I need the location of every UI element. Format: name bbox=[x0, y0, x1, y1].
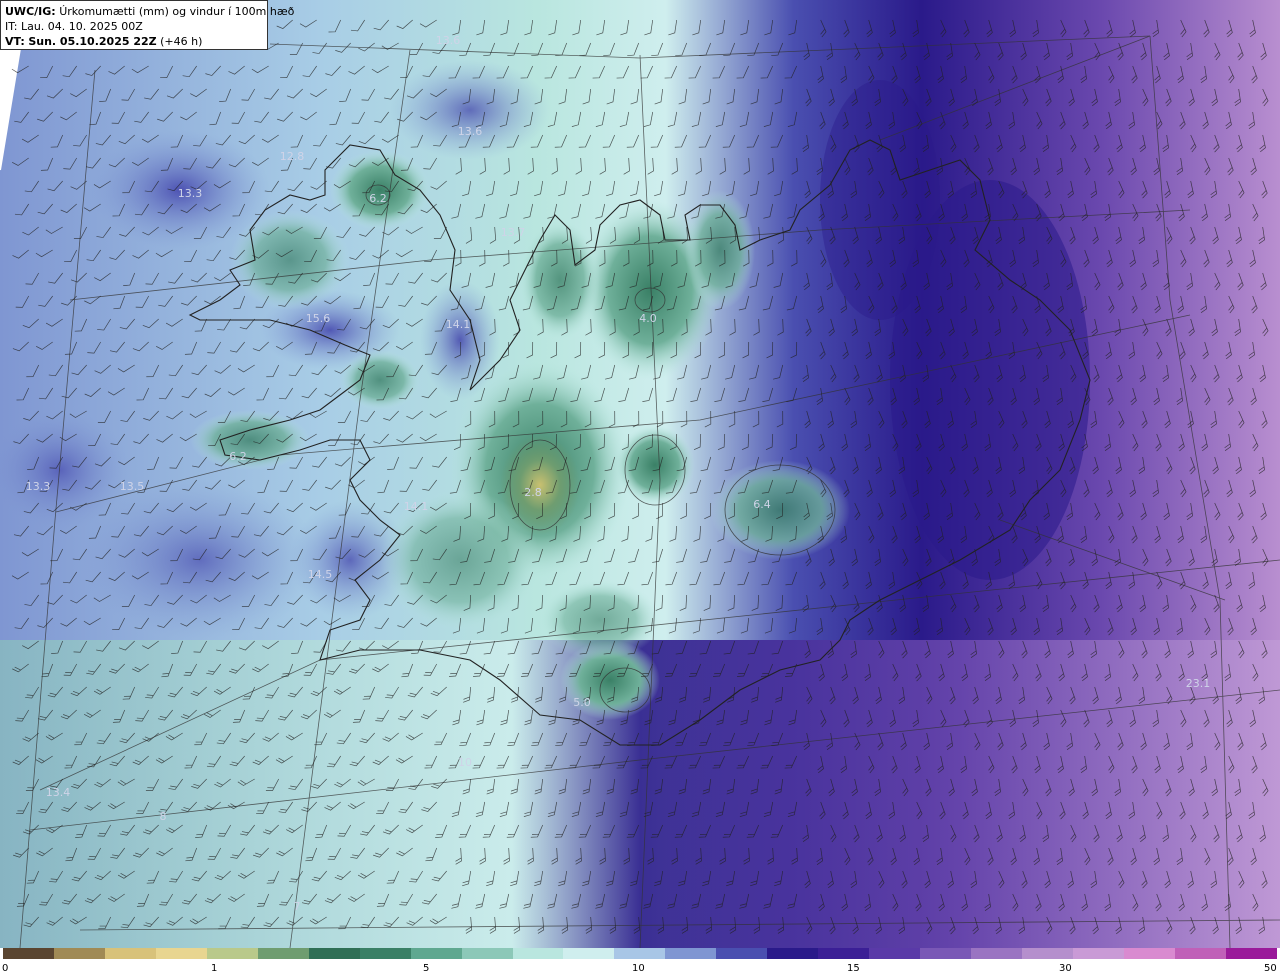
max-value-label: 13.3 bbox=[178, 187, 203, 200]
colorbar-tick: 15 bbox=[847, 963, 860, 974]
colorbar-tick: 10 bbox=[632, 963, 645, 974]
colorbar-legend: 0 1 5 10 15 30 50 bbox=[0, 948, 1280, 978]
colorbar-segment bbox=[257, 948, 309, 959]
forecast-map: 13.6 13.6 12.8 13.3 6.2 13.7 15.6 14.1 4.0 6.2 13.… bbox=[0, 0, 1280, 978]
init-time: IT: Lau. 04. 10. 2025 00Z bbox=[5, 20, 143, 33]
valid-time: Sun. 05.10.2025 22Z bbox=[28, 35, 157, 48]
max-value-label: 13.7 bbox=[501, 226, 526, 239]
colorbar-tick: 50 bbox=[1264, 963, 1277, 974]
title-line-3: VT: Sun. 05.10.2025 22Z (+46 h) bbox=[5, 34, 263, 49]
colorbar-segment bbox=[512, 948, 564, 959]
map-canvas: 13.6 13.6 12.8 13.3 6.2 13.7 15.6 14.1 4.0 6.2 13.… bbox=[0, 0, 1280, 948]
colorbar-segment bbox=[971, 948, 1023, 959]
max-value-label: 2.8 bbox=[524, 486, 542, 499]
max-value-label: 13.6 bbox=[458, 125, 483, 138]
max-value-label: 23.1 bbox=[1186, 677, 1211, 690]
colorbar-segment bbox=[818, 948, 870, 959]
model-name: UWC/IG: bbox=[5, 5, 56, 18]
max-value-label: 8 bbox=[160, 810, 167, 823]
max-value-label: 6.4 bbox=[753, 498, 771, 511]
precipitation-field bbox=[0, 0, 1280, 948]
colorbar-segment bbox=[206, 948, 258, 959]
max-value-label: 15.6 bbox=[306, 312, 331, 325]
max-value-label: 7 bbox=[294, 900, 301, 913]
max-value-label: 14.1 bbox=[446, 318, 471, 331]
colorbar-segment bbox=[359, 948, 411, 959]
colorbar-segment bbox=[308, 948, 360, 959]
max-value-label: 14.1 bbox=[404, 500, 429, 513]
title-description: Úrkomumætti (mm) og vindur í 100m hæð bbox=[59, 5, 295, 18]
colorbar-segment bbox=[1022, 948, 1074, 959]
max-value-label: 6.2 bbox=[229, 450, 247, 463]
colorbar-tick: 30 bbox=[1059, 963, 1072, 974]
max-value-label: 13.5 bbox=[120, 480, 145, 493]
max-value-label: 10 bbox=[458, 756, 472, 769]
colorbar-segment bbox=[410, 948, 462, 959]
colorbar-segment bbox=[614, 948, 666, 959]
colorbar-segment bbox=[1073, 948, 1124, 959]
colorbar-segment bbox=[155, 948, 207, 959]
colorbar-segment bbox=[716, 948, 768, 959]
max-value-label: 13.3 bbox=[26, 480, 51, 493]
colorbar bbox=[3, 948, 1277, 959]
valid-label: VT: bbox=[5, 35, 25, 48]
colorbar-segment bbox=[461, 948, 513, 959]
colorbar-segment bbox=[563, 948, 615, 959]
colorbar-segment bbox=[920, 948, 972, 959]
colorbar-segment bbox=[1123, 948, 1175, 959]
colorbar-segment bbox=[104, 948, 156, 959]
max-value-label: 6.2 bbox=[369, 192, 387, 205]
max-value-label: 13.6 bbox=[436, 34, 461, 47]
lead-time: (+46 h) bbox=[160, 35, 203, 48]
colorbar-segment bbox=[1174, 948, 1226, 959]
max-value-label: 4.0 bbox=[639, 312, 657, 325]
colorbar-segment bbox=[1225, 948, 1277, 959]
colorbar-segment bbox=[767, 948, 819, 959]
colorbar-segment bbox=[869, 948, 921, 959]
max-value-label: 14.5 bbox=[308, 568, 333, 581]
title-line-1: UWC/IG: Úrkomumætti (mm) og vindur í 100… bbox=[5, 4, 294, 19]
colorbar-tick: 5 bbox=[423, 963, 430, 974]
colorbar-segment bbox=[53, 948, 105, 959]
colorbar-tick: 0 bbox=[2, 963, 9, 974]
max-value-label: 5.0 bbox=[573, 696, 591, 709]
colorbar-tick: 1 bbox=[211, 963, 218, 974]
map-title-box: UWC/IG: Úrkomumætti (mm) og vindur í 100… bbox=[0, 0, 294, 50]
max-value-label: 13.4 bbox=[46, 786, 71, 799]
colorbar-segment bbox=[665, 948, 717, 959]
colorbar-segment bbox=[3, 948, 54, 959]
max-value-label: 12.8 bbox=[280, 150, 305, 163]
